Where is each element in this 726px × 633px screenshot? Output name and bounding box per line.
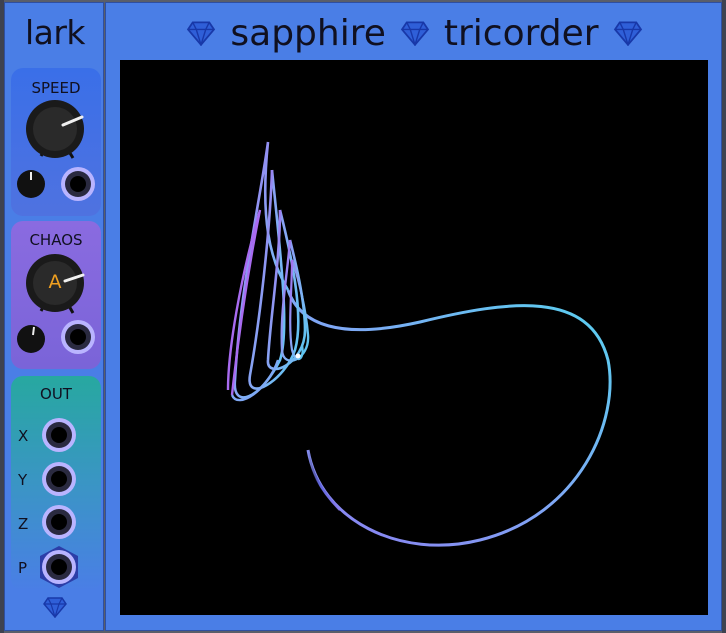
rack-rail-right [722, 0, 726, 633]
speed-controls [17, 100, 95, 201]
trace-segment-left-edge [226, 209, 262, 396]
tricorder-module: sapphire tricorder [105, 2, 722, 631]
diamond-icon [43, 597, 67, 618]
module-name-title: tricorder [443, 12, 599, 54]
chaos-attenuverter-knob[interactable] [17, 325, 45, 353]
module-title: lark [24, 13, 86, 52]
output-jacks [40, 418, 78, 588]
trace-tail [306, 449, 341, 511]
diamond-icon [187, 21, 216, 46]
module-title-bar: sapphire tricorder [106, 11, 723, 55]
attractor-trace [226, 141, 612, 547]
speed-section: SPEED [11, 68, 101, 216]
trace-head-dot [295, 353, 301, 359]
chaos-section: CHAOS A [11, 221, 101, 369]
chaos-controls [17, 254, 95, 354]
speed-knob[interactable] [26, 100, 84, 158]
output-z-jack[interactable] [42, 505, 76, 539]
speed-attenuverter-knob[interactable] [17, 170, 45, 198]
chaos-cv-input-jack[interactable] [61, 320, 95, 354]
trace-segment-loop-1 [233, 141, 290, 399]
lark-module: lark SPEED CHAOS A OUT X Y Z P [4, 2, 104, 631]
chaos-knob-letter: A [48, 271, 62, 293]
output-p-jack[interactable] [40, 546, 78, 588]
brand-title: sapphire [230, 12, 386, 54]
tricorder-display[interactable] [120, 60, 708, 615]
diamond-icon [613, 21, 642, 46]
diamond-icon [400, 21, 429, 46]
output-section: OUT X Y Z P [11, 376, 101, 591]
speed-cv-input-jack[interactable] [61, 167, 95, 201]
output-x-jack[interactable] [42, 418, 76, 452]
trace-segment-bottom-join [230, 359, 280, 402]
output-y-jack[interactable] [42, 462, 76, 496]
